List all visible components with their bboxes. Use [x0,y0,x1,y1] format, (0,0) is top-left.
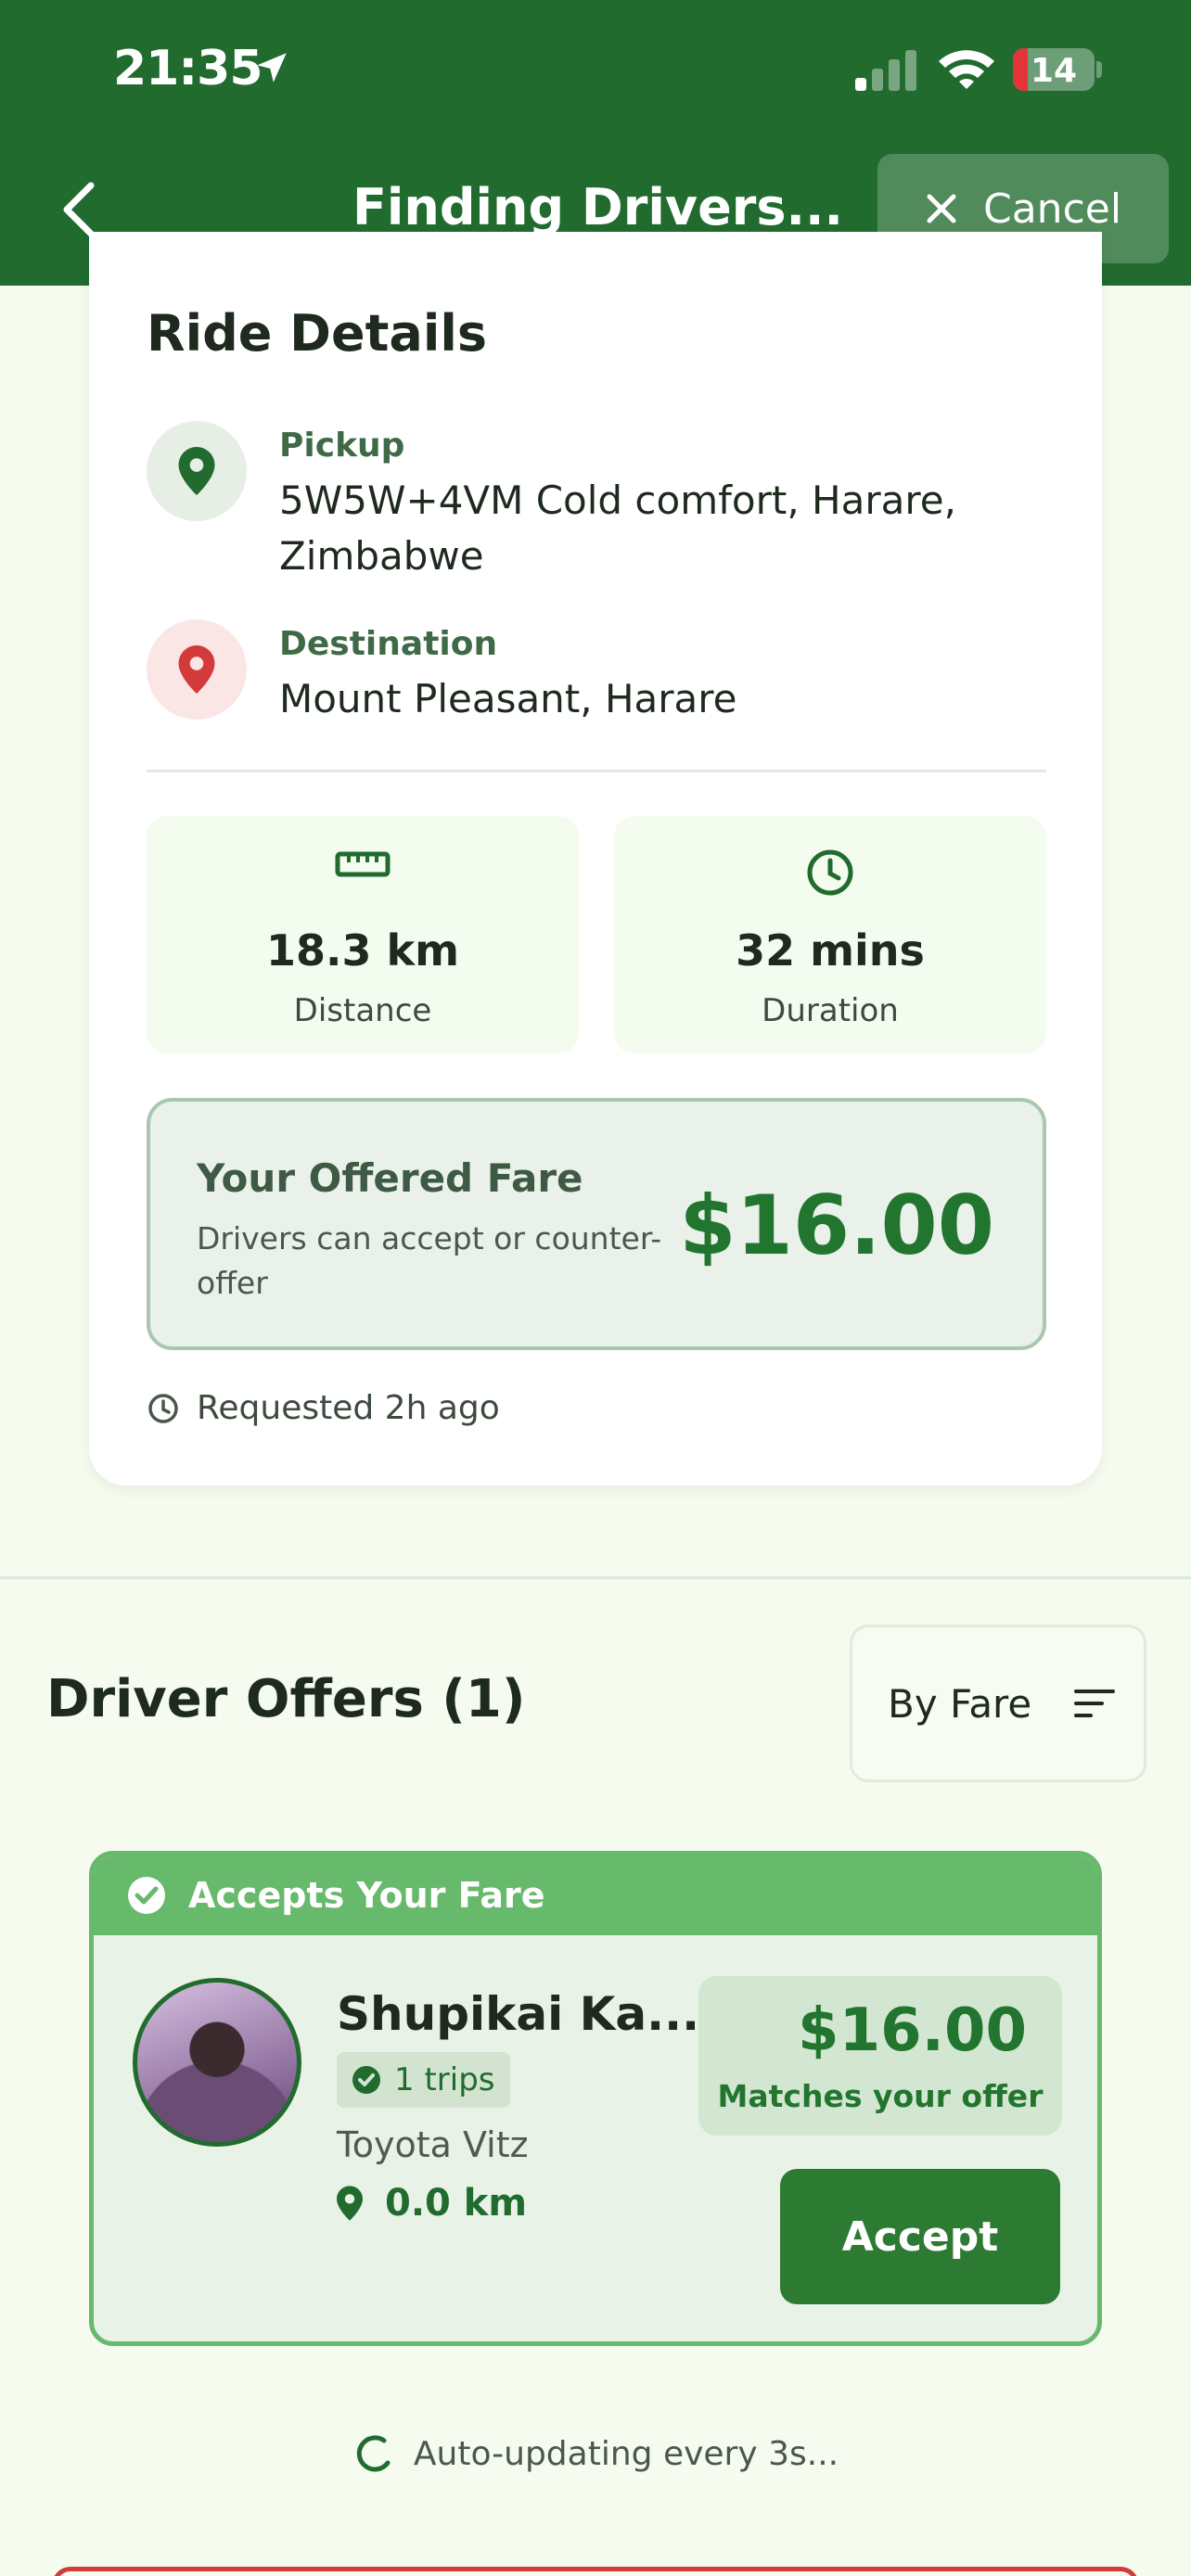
duration-value: 32 mins [736,925,925,976]
clock-icon [148,1393,178,1423]
divider [147,770,1046,772]
fare-amount: $16.00 [679,1178,994,1273]
distance-stat: 18.3 km Distance [147,816,579,1053]
fare-subtitle: Drivers can accept or counter-offer [197,1220,662,1301]
distance-value: 18.3 km [265,925,460,976]
sort-by-fare-button[interactable]: By Fare [850,1625,1146,1782]
trips-count: 1 trips [394,2061,495,2098]
section-divider [0,1576,1191,1579]
duration-label: Duration [762,992,899,1029]
spinner-icon [356,2435,391,2472]
ruler-icon [335,851,391,877]
check-circle-icon [128,1877,165,1914]
pickup-pin-icon [147,421,247,521]
ride-details-title: Ride Details [147,304,488,363]
location-arrow-icon [257,53,287,83]
banner-text: Accepts Your Fare [188,1875,545,1916]
accepts-fare-banner: Accepts Your Fare [94,1855,1097,1935]
offer-price-box: $16.00 Matches your offer [698,1976,1062,2136]
driver-offers-title: Driver Offers (1) [46,1669,526,1729]
destination-pin-icon [147,619,247,720]
pickup-address: 5W5W+4VM Cold comfort, Harare, Zimbabwe [279,478,956,579]
auto-update-status: Auto-updating every 3s... [0,2433,1191,2474]
pickup-label: Pickup [279,427,405,465]
page-title: Finding Drivers... [352,178,844,236]
fare-title: Your Offered Fare [197,1155,583,1201]
clock-icon [807,849,853,896]
sort-label: By Fare [888,1680,1032,1727]
check-circle-icon [352,2066,380,2094]
offer-price: $16.00 [798,1996,1027,2065]
offered-fare-box: Your Offered Fare Drivers can accept or … [147,1098,1046,1350]
signal-icon [855,50,916,91]
offer-price-note: Matches your offer [717,2078,1044,2114]
battery-level: 14 [1030,52,1078,90]
close-icon [927,194,956,223]
duration-stat: 32 mins Duration [614,816,1046,1053]
accept-button[interactable]: Accept [780,2169,1060,2304]
driver-distance: 0.0 km [337,2182,527,2225]
destination-label: Destination [279,625,498,663]
trips-badge: 1 trips [337,2052,510,2108]
requested-text: Requested 2h ago [197,1389,500,1427]
driver-distance-value: 0.0 km [385,2182,528,2225]
cancel-label: Cancel [983,185,1122,233]
distance-label: Distance [293,992,432,1029]
battery-icon: 14 [1013,48,1095,91]
driver-avatar [133,1978,301,2147]
pin-icon [337,2186,363,2221]
driver-offer-card: Accepts Your Fare Shupikai Ka... 1 trips… [89,1851,1102,2346]
driver-name: Shupikai Ka... [337,1987,700,2041]
requested-time: Requested 2h ago [147,1389,500,1427]
wifi-icon [939,50,994,89]
destination-address: Mount Pleasant, Harare [279,676,737,721]
ride-details-card: Ride Details Pickup 5W5W+4VM Cold comfor… [89,232,1102,1486]
status-time: 21:35 [113,41,263,96]
bottom-button-edge[interactable] [52,2567,1139,2576]
auto-update-text: Auto-updating every 3s... [413,2434,839,2473]
sort-icon [1074,1690,1116,1717]
car-model: Toyota Vitz [337,2124,529,2165]
